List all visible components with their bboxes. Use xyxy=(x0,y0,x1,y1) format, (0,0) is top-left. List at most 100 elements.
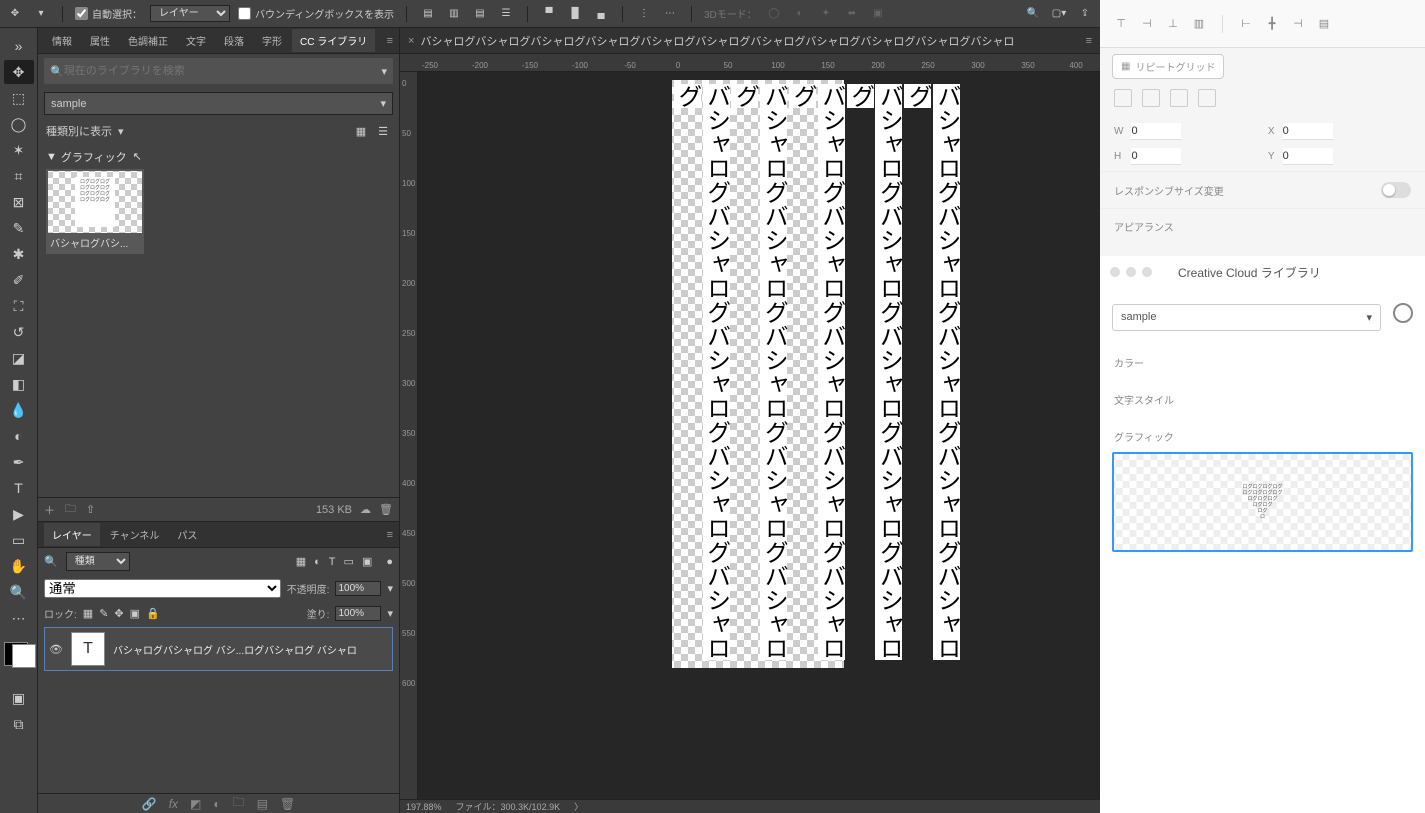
cc-asset-thumb[interactable]: ログログログログログログログログログログログログログログロ xyxy=(1112,452,1413,552)
upload-icon[interactable]: ⇧ xyxy=(86,503,95,516)
library-search[interactable]: 🔍 ▾ xyxy=(44,58,393,84)
adjustment-icon[interactable]: ◐ xyxy=(213,797,220,811)
blur-tool[interactable]: 💧 xyxy=(4,398,34,422)
exclude-icon[interactable] xyxy=(1198,89,1216,107)
opacity-input[interactable] xyxy=(335,581,381,596)
filter-type-icon[interactable]: T xyxy=(329,556,336,568)
dodge-tool[interactable]: ◐ xyxy=(4,424,34,448)
artwork[interactable]: バシャログバシャログバシャログバシャログバシャログ バシャログバシャログバシャロ… xyxy=(672,80,844,668)
align-right-icon[interactable]: ⊣ xyxy=(1289,15,1307,33)
eraser-tool[interactable]: ◪ xyxy=(4,346,34,370)
pen-tool[interactable]: ✒ xyxy=(4,450,34,474)
traffic-min-icon[interactable] xyxy=(1126,267,1136,277)
new-layer-icon[interactable]: ▤ xyxy=(257,797,268,811)
chevron-right-icon[interactable]: 〉 xyxy=(574,800,583,813)
lock-transparency-icon[interactable]: ▦ xyxy=(83,607,93,620)
responsive-toggle[interactable] xyxy=(1381,182,1411,198)
panel-grip-icon[interactable]: » xyxy=(4,34,34,58)
gradient-tool[interactable]: ◧ xyxy=(4,372,34,396)
library-search-input[interactable] xyxy=(64,65,382,77)
crop-tool[interactable]: ⌗ xyxy=(4,164,34,188)
zoom-tool[interactable]: 🔍 xyxy=(4,580,34,604)
color-swatches[interactable] xyxy=(4,636,34,670)
filter-shape-icon[interactable]: ▭ xyxy=(344,555,354,568)
quick-select-tool[interactable]: ✶ xyxy=(4,138,34,162)
path-select-tool[interactable]: ▶ xyxy=(4,502,34,526)
align-vcenter-icon[interactable]: █ xyxy=(566,5,584,23)
document-tab[interactable]: × バシャログバシャログバシャログバシャログバシャログバシャログバシャログバシャ… xyxy=(400,28,1100,54)
lock-image-icon[interactable]: ✎ xyxy=(99,607,108,620)
repeat-grid-button[interactable]: ▦ リピートグリッド xyxy=(1112,54,1224,79)
subtract-icon[interactable] xyxy=(1142,89,1160,107)
trash-icon[interactable]: 🗑 xyxy=(379,503,393,516)
canvas[interactable]: バシャログバシャログバシャログバシャログバシャログ バシャログバシャログバシャロ… xyxy=(418,72,1100,799)
lock-artboard-icon[interactable]: ▣ xyxy=(130,607,140,620)
add-folder-icon[interactable]: 🗀 xyxy=(65,500,76,519)
align-left-icon[interactable]: ⊢ xyxy=(1237,15,1255,33)
w-input[interactable] xyxy=(1131,123,1181,140)
panel-menu-icon[interactable]: ≡ xyxy=(381,529,399,541)
type-tool[interactable]: T xyxy=(4,476,34,500)
chevron-down-icon[interactable]: ▾ xyxy=(387,607,393,620)
h-input[interactable] xyxy=(1131,148,1181,165)
link-layers-icon[interactable]: 🔗 xyxy=(142,797,157,811)
x-input[interactable] xyxy=(1283,123,1333,140)
dropdown-icon[interactable]: ▾ xyxy=(32,5,50,23)
align-hcenter-icon[interactable]: ▥ xyxy=(445,5,463,23)
align-right-icon[interactable]: ▤ xyxy=(471,5,489,23)
move-tool[interactable]: ✥ xyxy=(4,60,34,84)
tab-info[interactable]: 情報 xyxy=(44,29,80,52)
zoom-level[interactable]: 197.88% xyxy=(406,802,442,812)
chevron-down-icon[interactable]: ▾ xyxy=(118,125,124,138)
align-hcenter-icon[interactable]: ╋ xyxy=(1263,15,1281,33)
panel-menu-icon[interactable]: ≡ xyxy=(1086,35,1092,47)
filter-toggle-icon[interactable]: ● xyxy=(386,556,393,568)
edit-toolbar-icon[interactable]: ⋯ xyxy=(4,606,34,630)
background-color[interactable] xyxy=(12,644,36,668)
sync-icon[interactable]: ☁ xyxy=(360,503,371,516)
auto-select-target[interactable]: レイヤー xyxy=(150,5,230,22)
lasso-tool[interactable]: ◯ xyxy=(4,112,34,136)
intersect-icon[interactable] xyxy=(1170,89,1188,107)
close-tab-icon[interactable]: × xyxy=(408,35,414,47)
union-icon[interactable] xyxy=(1114,89,1132,107)
panel-menu-icon[interactable]: ≡ xyxy=(381,35,399,47)
filter-smart-icon[interactable]: ▣ xyxy=(362,555,372,568)
healing-tool[interactable]: ✱ xyxy=(4,242,34,266)
cloud-icon[interactable] xyxy=(1393,303,1413,323)
layer-filter-kind[interactable]: 種類 xyxy=(66,552,130,571)
chevron-down-icon[interactable]: ▾ xyxy=(387,582,393,595)
search-dropdown-icon[interactable]: ▾ xyxy=(381,65,387,78)
lock-position-icon[interactable]: ✥ xyxy=(114,607,123,620)
align-bottom-icon[interactable]: ⊥ xyxy=(1164,15,1182,33)
layer-name[interactable]: バシャログバシャログ バシ...ログバシャログ バシャロ xyxy=(113,642,388,657)
mask-icon[interactable]: ◩ xyxy=(190,797,201,811)
auto-select-checkbox[interactable]: 自動選択： xyxy=(75,6,142,21)
filter-adjust-icon[interactable]: ◐ xyxy=(314,556,321,568)
filter-pixel-icon[interactable]: ▦ xyxy=(296,555,306,568)
fx-icon[interactable]: fx xyxy=(169,797,178,811)
layer-row[interactable]: 👁 T バシャログバシャログ バシ...ログバシャログ バシャロ xyxy=(44,627,393,671)
filter-search-icon[interactable]: 🔍 xyxy=(44,555,58,568)
share-icon[interactable]: ⇪ xyxy=(1076,5,1094,23)
workspace-icon[interactable]: ▢▾ xyxy=(1050,5,1068,23)
fill-input[interactable] xyxy=(335,606,381,621)
library-section-graphic[interactable]: ▼ グラフィック ↖ xyxy=(46,149,391,165)
align-stretch-icon[interactable]: ☰ xyxy=(497,5,515,23)
align-bottom-icon[interactable]: ▄ xyxy=(592,5,610,23)
align-stretch-h-icon[interactable]: ▤ xyxy=(1315,15,1333,33)
group-icon[interactable]: 🗀 xyxy=(233,793,245,813)
tab-paths[interactable]: パス xyxy=(169,523,205,546)
shape-tool[interactable]: ▭ xyxy=(4,528,34,552)
add-asset-icon[interactable]: ＋ xyxy=(44,502,55,518)
tab-channels[interactable]: チャンネル xyxy=(102,523,168,546)
tab-paragraph[interactable]: 段落 xyxy=(216,29,252,52)
more-icon[interactable]: ⋯ xyxy=(661,5,679,23)
align-top-icon[interactable]: ⊤ xyxy=(1112,15,1130,33)
hand-tool[interactable]: ✋ xyxy=(4,554,34,578)
frame-tool[interactable]: ⊠ xyxy=(4,190,34,214)
blend-mode-select[interactable]: 通常 xyxy=(44,579,281,598)
library-select[interactable]: sample ▾ xyxy=(44,92,393,115)
cc-library-select[interactable]: sample ▾ xyxy=(1112,304,1381,331)
file-info[interactable]: ファイル：300.3K/102.9K xyxy=(456,800,561,813)
